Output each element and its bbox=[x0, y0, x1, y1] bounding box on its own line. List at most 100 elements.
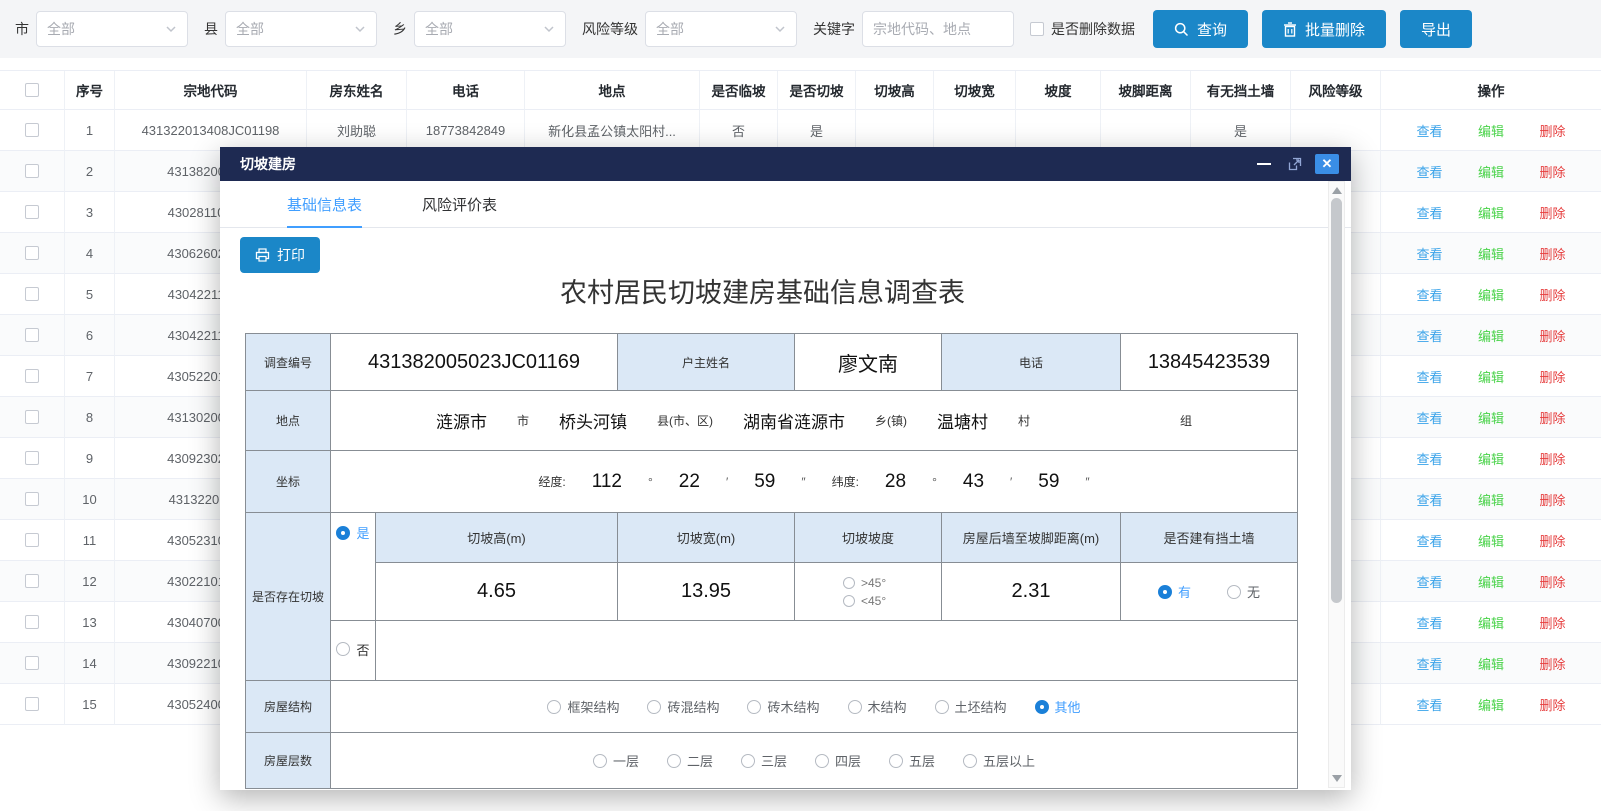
city-select[interactable]: 全部 bbox=[36, 11, 188, 47]
view-link[interactable]: 查看 bbox=[1416, 367, 1442, 386]
row-checkbox[interactable] bbox=[25, 656, 39, 670]
edit-link[interactable]: 编辑 bbox=[1478, 203, 1504, 222]
radio-slope-no[interactable]: 否 bbox=[336, 640, 369, 659]
delete-link[interactable]: 删除 bbox=[1539, 367, 1565, 386]
township-select[interactable]: 全部 bbox=[414, 11, 566, 47]
row-checkbox[interactable] bbox=[25, 287, 39, 301]
edit-link[interactable]: 编辑 bbox=[1478, 285, 1504, 304]
view-link[interactable]: 查看 bbox=[1416, 203, 1442, 222]
scrollbar-thumb[interactable] bbox=[1331, 198, 1342, 603]
print-button[interactable]: 打印 bbox=[240, 237, 320, 273]
row-checkbox[interactable] bbox=[25, 369, 39, 383]
edit-link[interactable]: 编辑 bbox=[1478, 449, 1504, 468]
view-link[interactable]: 查看 bbox=[1416, 490, 1442, 509]
radio-floors[interactable]: 四层 bbox=[815, 751, 861, 770]
row-checkbox[interactable] bbox=[25, 533, 39, 547]
edit-link[interactable]: 编辑 bbox=[1478, 654, 1504, 673]
edit-link[interactable]: 编辑 bbox=[1478, 244, 1504, 263]
view-link[interactable]: 查看 bbox=[1416, 285, 1442, 304]
row-checkbox[interactable] bbox=[25, 574, 39, 588]
row-checkbox[interactable] bbox=[25, 328, 39, 342]
delete-link[interactable]: 删除 bbox=[1539, 326, 1565, 345]
view-link[interactable]: 查看 bbox=[1416, 654, 1442, 673]
view-link[interactable]: 查看 bbox=[1416, 162, 1442, 181]
radio-structure[interactable]: 木结构 bbox=[848, 697, 907, 716]
keyword-placeholder: 宗地代码、地点 bbox=[873, 19, 971, 39]
batch-delete-button[interactable]: 批量删除 bbox=[1262, 10, 1386, 48]
view-link[interactable]: 查看 bbox=[1416, 531, 1442, 550]
row-checkbox[interactable] bbox=[25, 123, 39, 137]
delete-link[interactable]: 删除 bbox=[1539, 121, 1565, 140]
radio-floors[interactable]: 一层 bbox=[593, 751, 639, 770]
edit-link[interactable]: 编辑 bbox=[1478, 490, 1504, 509]
row-checkbox[interactable] bbox=[25, 615, 39, 629]
delete-link[interactable]: 删除 bbox=[1539, 572, 1565, 591]
scroll-up-arrow-icon[interactable] bbox=[1332, 187, 1342, 194]
scroll-down-arrow-icon[interactable] bbox=[1332, 775, 1342, 782]
modal-scrollbar[interactable] bbox=[1328, 181, 1345, 788]
edit-link[interactable]: 编辑 bbox=[1478, 326, 1504, 345]
radio-structure[interactable]: 其他 bbox=[1035, 697, 1081, 716]
maximize-icon[interactable] bbox=[1287, 156, 1303, 172]
delete-link[interactable]: 删除 bbox=[1539, 203, 1565, 222]
radio-angle-gt45[interactable]: >45° bbox=[843, 576, 886, 590]
radio-structure[interactable]: 土坯结构 bbox=[935, 697, 1007, 716]
delete-link[interactable]: 删除 bbox=[1539, 285, 1565, 304]
delete-link[interactable]: 删除 bbox=[1539, 162, 1565, 181]
row-checkbox[interactable] bbox=[25, 205, 39, 219]
delete-link[interactable]: 删除 bbox=[1539, 613, 1565, 632]
view-link[interactable]: 查看 bbox=[1416, 449, 1442, 468]
edit-link[interactable]: 编辑 bbox=[1478, 572, 1504, 591]
query-button[interactable]: 查询 bbox=[1153, 10, 1248, 48]
row-checkbox[interactable] bbox=[25, 410, 39, 424]
delete-data-checkbox[interactable] bbox=[1030, 22, 1044, 36]
edit-link[interactable]: 编辑 bbox=[1478, 613, 1504, 632]
tab-basic-info[interactable]: 基础信息表 bbox=[287, 181, 362, 227]
radio-floors[interactable]: 三层 bbox=[741, 751, 787, 770]
row-checkbox[interactable] bbox=[25, 164, 39, 178]
edit-link[interactable]: 编辑 bbox=[1478, 367, 1504, 386]
radio-wall-yes[interactable]: 有 bbox=[1158, 582, 1191, 601]
delete-link[interactable]: 删除 bbox=[1539, 408, 1565, 427]
select-all-checkbox[interactable] bbox=[25, 83, 39, 97]
radio-structure[interactable]: 框架结构 bbox=[547, 697, 619, 716]
edit-link[interactable]: 编辑 bbox=[1478, 162, 1504, 181]
edit-link[interactable]: 编辑 bbox=[1478, 531, 1504, 550]
delete-link[interactable]: 删除 bbox=[1539, 490, 1565, 509]
view-link[interactable]: 查看 bbox=[1416, 572, 1442, 591]
row-checkbox[interactable] bbox=[25, 697, 39, 711]
county-select[interactable]: 全部 bbox=[225, 11, 377, 47]
view-link[interactable]: 查看 bbox=[1416, 408, 1442, 427]
close-icon[interactable]: ✕ bbox=[1315, 154, 1339, 174]
delete-link[interactable]: 删除 bbox=[1539, 654, 1565, 673]
view-link[interactable]: 查看 bbox=[1416, 695, 1442, 714]
edit-link[interactable]: 编辑 bbox=[1478, 695, 1504, 714]
row-checkbox[interactable] bbox=[25, 492, 39, 506]
edit-link[interactable]: 编辑 bbox=[1478, 121, 1504, 140]
radio-wall-no[interactable]: 无 bbox=[1227, 582, 1260, 601]
row-checkbox[interactable] bbox=[25, 246, 39, 260]
view-link[interactable]: 查看 bbox=[1416, 244, 1442, 263]
radio-floors[interactable]: 五层以上 bbox=[963, 751, 1035, 770]
delete-link[interactable]: 删除 bbox=[1539, 449, 1565, 468]
tab-risk-evaluation[interactable]: 风险评价表 bbox=[422, 181, 497, 227]
radio-angle-lt45[interactable]: <45° bbox=[843, 594, 886, 608]
edit-link[interactable]: 编辑 bbox=[1478, 408, 1504, 427]
phone-value: 13845423539 bbox=[1121, 334, 1298, 391]
view-link[interactable]: 查看 bbox=[1416, 613, 1442, 632]
view-link[interactable]: 查看 bbox=[1416, 326, 1442, 345]
delete-link[interactable]: 删除 bbox=[1539, 531, 1565, 550]
delete-link[interactable]: 删除 bbox=[1539, 695, 1565, 714]
radio-structure[interactable]: 砖木结构 bbox=[747, 697, 819, 716]
radio-slope-yes[interactable]: 是 bbox=[336, 523, 369, 542]
delete-link[interactable]: 删除 bbox=[1539, 244, 1565, 263]
risk-select[interactable]: 全部 bbox=[645, 11, 797, 47]
row-checkbox[interactable] bbox=[25, 451, 39, 465]
keyword-input[interactable]: 宗地代码、地点 bbox=[862, 11, 1014, 47]
view-link[interactable]: 查看 bbox=[1416, 121, 1442, 140]
radio-structure[interactable]: 砖混结构 bbox=[647, 697, 719, 716]
radio-floors[interactable]: 二层 bbox=[667, 751, 713, 770]
radio-floors[interactable]: 五层 bbox=[889, 751, 935, 770]
minimize-icon[interactable] bbox=[1257, 163, 1271, 165]
export-button[interactable]: 导出 bbox=[1400, 10, 1472, 48]
